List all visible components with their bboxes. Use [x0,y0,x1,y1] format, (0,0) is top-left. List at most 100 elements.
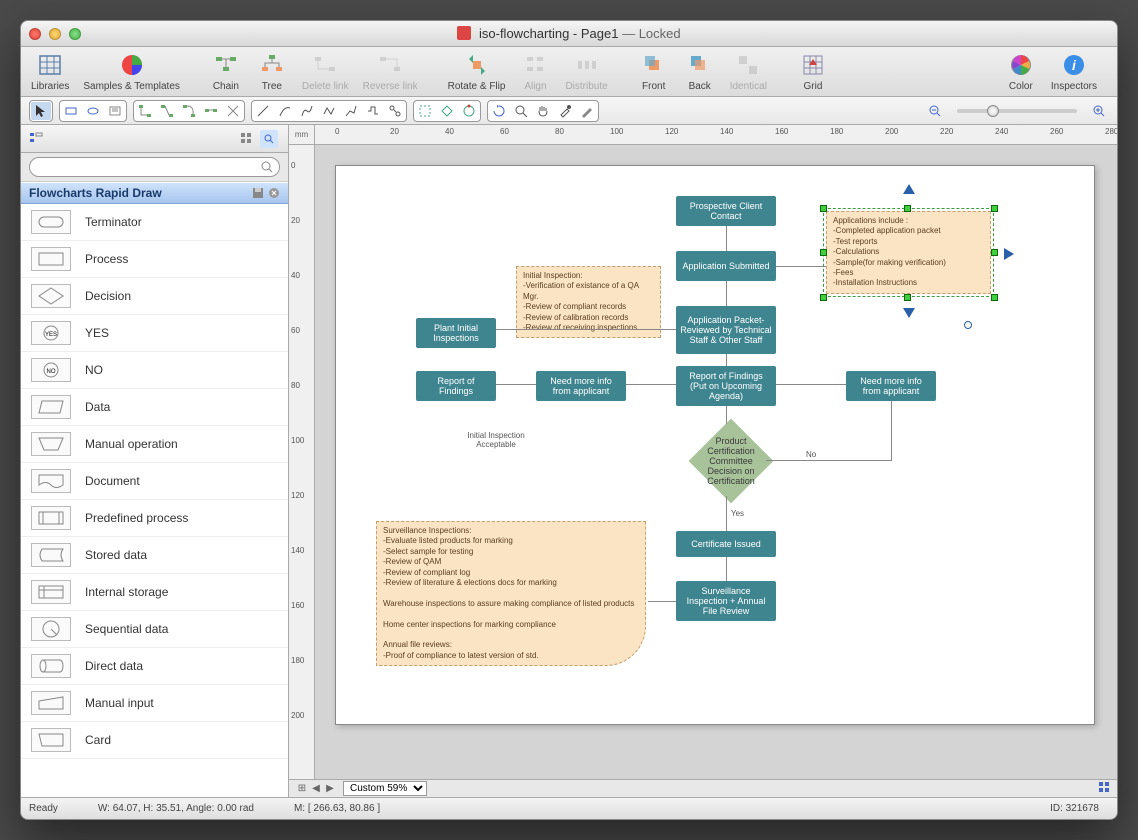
shape-item-predefined-process[interactable]: Predefined process [21,500,288,537]
selection-handle[interactable] [904,205,911,212]
tree-view-icon[interactable] [27,130,45,148]
shape-item-data[interactable]: Data [21,389,288,426]
node-report-findings-2[interactable]: Report of Findings (Put on Upcoming Agen… [676,366,776,406]
node-certificate[interactable]: Certificate Issued [676,531,776,557]
connector-tool-3[interactable] [179,102,199,120]
ellipse-tool[interactable] [83,102,103,120]
pencil-tool[interactable] [577,102,597,120]
line-tool-4[interactable] [319,102,339,120]
node-application-submitted[interactable]: Application Submitted [676,251,776,281]
shape-edit-3[interactable] [459,102,479,120]
selection-handle[interactable] [904,294,911,301]
zoom-slider[interactable] [957,109,1077,113]
node-surveillance[interactable]: Surveillance Inspection + Annual File Re… [676,581,776,621]
pointer-tool[interactable] [31,102,51,120]
selection-handle[interactable] [820,249,827,256]
node-plant-inspections[interactable]: Plant Initial Inspections [416,318,496,348]
close-icon[interactable] [29,28,41,40]
zoom-out-icon[interactable] [925,102,945,120]
shape-item-stored-data[interactable]: Stored data [21,537,288,574]
shape-edit-1[interactable] [415,102,435,120]
selection-arrow-down[interactable] [903,308,915,318]
tab-next[interactable]: ▶ [323,783,337,794]
shape-item-direct-data[interactable]: Direct data [21,648,288,685]
selection-handle[interactable] [991,205,998,212]
search-toggle-icon[interactable] [260,130,278,148]
node-need-info-1[interactable]: Need more info from applicant [536,371,626,401]
back-button[interactable]: Back [684,51,716,92]
connector-tool-1[interactable] [135,102,155,120]
grid-view-icon[interactable] [238,130,256,148]
shape-item-sequential-data[interactable]: Sequential data [21,611,288,648]
label-no: No [806,450,816,459]
line-tool-7[interactable] [385,102,405,120]
line-tool-2[interactable] [275,102,295,120]
view-mode-icon[interactable] [1097,781,1111,796]
node-prospective-client[interactable]: Prospective Client Contact [676,196,776,226]
close-library-icon[interactable] [268,187,280,199]
selection-handle[interactable] [820,205,827,212]
zoom-thumb[interactable] [987,105,999,117]
line-tool-1[interactable] [253,102,273,120]
zoom-icon[interactable] [69,28,81,40]
node-application-packet[interactable]: Application Packet- Reviewed by Technica… [676,306,776,354]
tree-button[interactable]: Tree [256,51,288,92]
connector-tool-4[interactable] [201,102,221,120]
rotate-flip-button[interactable]: Rotate & Flip [448,51,506,92]
shape-item-card[interactable]: Card [21,722,288,759]
library-title[interactable]: Flowcharts Rapid Draw [21,182,288,204]
selection-handle[interactable] [991,249,998,256]
canvas-scroll[interactable]: Prospective Client Contact Application S… [315,145,1117,779]
hand-tool[interactable] [533,102,553,120]
zoom-tool[interactable] [511,102,531,120]
note-surveillance[interactable]: Surveillance Inspections: -Evaluate list… [376,521,646,666]
node-report-findings-1[interactable]: Report of Findings [416,371,496,401]
line-tool-5[interactable] [341,102,361,120]
horizontal-ruler[interactable]: 020406080100120140160180200220240260280 [315,125,1117,145]
vertical-ruler[interactable]: 020406080100120140160180200 [289,145,315,779]
shape-item-no[interactable]: NONO [21,352,288,389]
shape-item-manual-input[interactable]: Manual input [21,685,288,722]
zoom-in-icon[interactable] [1089,102,1109,120]
rotation-handle[interactable] [964,321,972,329]
shape-item-manual-operation[interactable]: Manual operation [21,426,288,463]
page[interactable]: Prospective Client Contact Application S… [335,165,1095,725]
connector-tool-5[interactable] [223,102,243,120]
shape-item-document[interactable]: Document [21,463,288,500]
node-decision[interactable]: Product Certification Committee Decision… [689,419,774,504]
rect-tool[interactable] [61,102,81,120]
shape-item-internal-storage[interactable]: Internal storage [21,574,288,611]
shape-item-yes[interactable]: YESYES [21,315,288,352]
grid-button[interactable]: Grid [797,51,829,92]
tab-first[interactable]: ⊞ [295,783,309,794]
eyedrop-tool[interactable] [555,102,575,120]
selection-arrow-right[interactable] [1004,248,1014,260]
search-input[interactable] [29,157,280,177]
front-button[interactable]: Front [638,51,670,92]
app-window: iso-flowcharting - Page1 — Locked Librar… [20,20,1118,820]
inspectors-button[interactable]: iInspectors [1051,51,1097,92]
line-tool-6[interactable] [363,102,383,120]
note-initial-inspection[interactable]: Initial Inspection: -Verification of exi… [516,266,661,338]
line-tool-3[interactable] [297,102,317,120]
shape-item-decision[interactable]: Decision [21,278,288,315]
text-tool[interactable] [105,102,125,120]
minimize-icon[interactable] [49,28,61,40]
chain-button[interactable]: Chain [210,51,242,92]
samples-button[interactable]: Samples & Templates [83,51,180,92]
selection-handle[interactable] [820,294,827,301]
tab-prev[interactable]: ◀ [309,783,323,794]
refresh-tool[interactable] [489,102,509,120]
shape-item-terminator[interactable]: Terminator [21,204,288,241]
shape-item-process[interactable]: Process [21,241,288,278]
selection-handle[interactable] [991,294,998,301]
shape-edit-2[interactable] [437,102,457,120]
node-need-info-2[interactable]: Need more info from applicant [846,371,936,401]
color-button[interactable]: Color [1005,51,1037,92]
libraries-button[interactable]: Libraries [31,51,69,92]
connector-tool-2[interactable] [157,102,177,120]
save-library-icon[interactable] [252,187,264,199]
zoom-select[interactable]: Custom 59% [343,781,427,796]
titlebar[interactable]: iso-flowcharting - Page1 — Locked [21,21,1117,47]
selection-arrow-up[interactable] [903,184,915,194]
